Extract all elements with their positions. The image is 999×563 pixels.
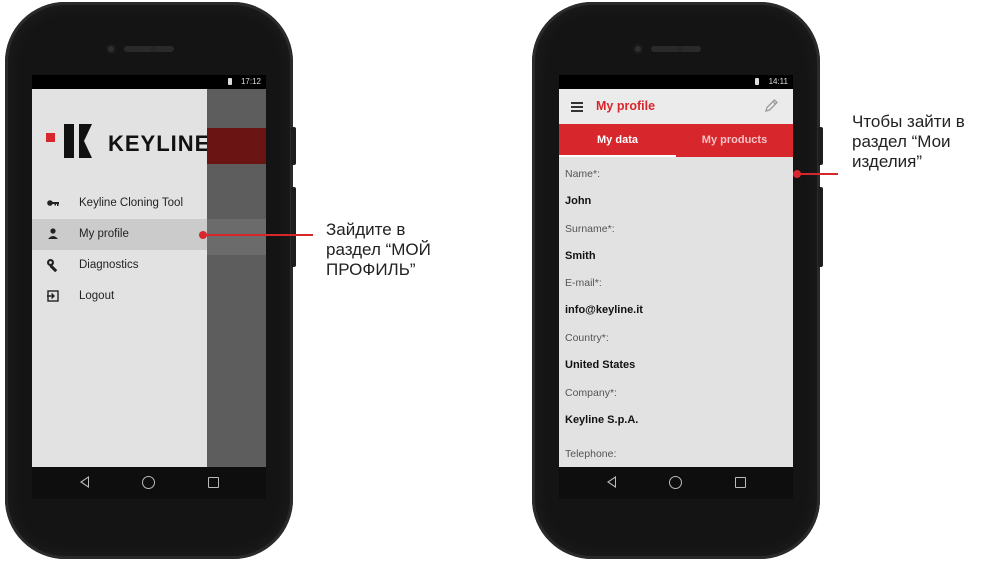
navigation-bar	[32, 467, 266, 499]
power-button	[818, 187, 823, 267]
status-time: 14:11	[768, 77, 788, 86]
battery-icon	[755, 78, 759, 85]
front-camera	[633, 44, 643, 54]
menu-item-keyline-cloning-tool[interactable]: Keyline Cloning Tool	[32, 188, 207, 219]
tab-indicator	[559, 155, 676, 157]
field-value-company[interactable]: Keyline S.p.A.	[565, 414, 638, 426]
back-icon[interactable]	[607, 476, 616, 488]
left-screen: 17:12 KEYLINE Keyline Cloning Tool My pr…	[32, 75, 266, 467]
back-icon[interactable]	[80, 476, 89, 488]
recent-apps-icon[interactable]	[735, 477, 746, 488]
field-label-name: Name*:	[565, 168, 601, 180]
menu-item-label: My profile	[79, 228, 129, 240]
power-button	[291, 187, 296, 267]
menu-item-label: Logout	[79, 290, 115, 302]
earpiece	[124, 46, 174, 52]
logo-k-mark	[64, 121, 104, 168]
field-value-country[interactable]: United States	[565, 359, 635, 371]
proximity-sensor	[677, 46, 683, 52]
key-icon	[46, 196, 60, 210]
tab-my-products[interactable]: My products	[676, 124, 793, 157]
volume-button	[818, 127, 823, 165]
page-title: My profile	[596, 99, 656, 113]
recent-apps-icon[interactable]	[208, 477, 219, 488]
field-label-surname: Surname*:	[565, 223, 615, 235]
home-icon[interactable]	[142, 476, 155, 489]
field-label-telephone: Telephone:	[565, 448, 617, 460]
status-time: 17:12	[240, 77, 261, 86]
field-value-surname[interactable]: Smith	[565, 250, 596, 262]
edit-pencil-icon[interactable]	[764, 98, 779, 117]
navigation-drawer: KEYLINE Keyline Cloning Tool My profile …	[32, 89, 209, 467]
callout-text-my-products: Чтобы зайти в раздел “Мои изделия”	[852, 112, 965, 171]
menu-item-my-profile[interactable]: My profile	[32, 219, 207, 250]
logo-square	[46, 133, 55, 142]
left-phone: 17:12 KEYLINE Keyline Cloning Tool My pr…	[5, 2, 296, 559]
field-value-name[interactable]: John	[565, 195, 591, 207]
callout-line-left	[203, 234, 313, 236]
right-phone: 14:11 My profile My data My products Nam…	[532, 2, 823, 559]
callout-line-right	[797, 173, 838, 175]
navigation-bar	[559, 467, 793, 499]
field-value-email[interactable]: info@keyline.it	[565, 304, 643, 316]
app-bar: My profile	[559, 89, 793, 124]
volume-button	[291, 127, 296, 165]
battery-icon	[228, 78, 232, 85]
field-label-country: Country*:	[565, 332, 609, 344]
earpiece	[651, 46, 701, 52]
status-bar: 17:12	[32, 75, 266, 89]
callout-text-my-profile: Зайдите в раздел “МОЙ ПРОФИЛЬ”	[326, 220, 431, 279]
proximity-sensor	[150, 46, 156, 52]
menu-item-diagnostics[interactable]: Diagnostics	[32, 250, 207, 281]
dimmed-content	[207, 219, 266, 255]
menu-item-logout[interactable]: Logout	[32, 281, 207, 312]
dimmed-app-bar	[207, 128, 266, 164]
logo-text: KEYLINE	[108, 131, 211, 156]
front-camera	[106, 44, 116, 54]
tab-bar: My data My products	[559, 124, 793, 157]
logout-icon	[46, 289, 60, 303]
right-screen: 14:11 My profile My data My products Nam…	[559, 75, 793, 467]
person-icon	[46, 227, 60, 241]
field-label-company: Company*:	[565, 387, 617, 399]
drawer-scrim[interactable]	[207, 89, 266, 467]
home-icon[interactable]	[669, 476, 682, 489]
menu-item-label: Diagnostics	[79, 259, 139, 271]
tab-my-data[interactable]: My data	[559, 124, 676, 157]
hamburger-menu-icon[interactable]	[571, 102, 583, 112]
wrench-icon	[46, 258, 60, 273]
status-bar: 14:11	[559, 75, 793, 89]
field-label-email: E-mail*:	[565, 277, 602, 289]
menu-item-label: Keyline Cloning Tool	[79, 197, 183, 209]
keyline-logo: KEYLINE	[40, 123, 209, 163]
